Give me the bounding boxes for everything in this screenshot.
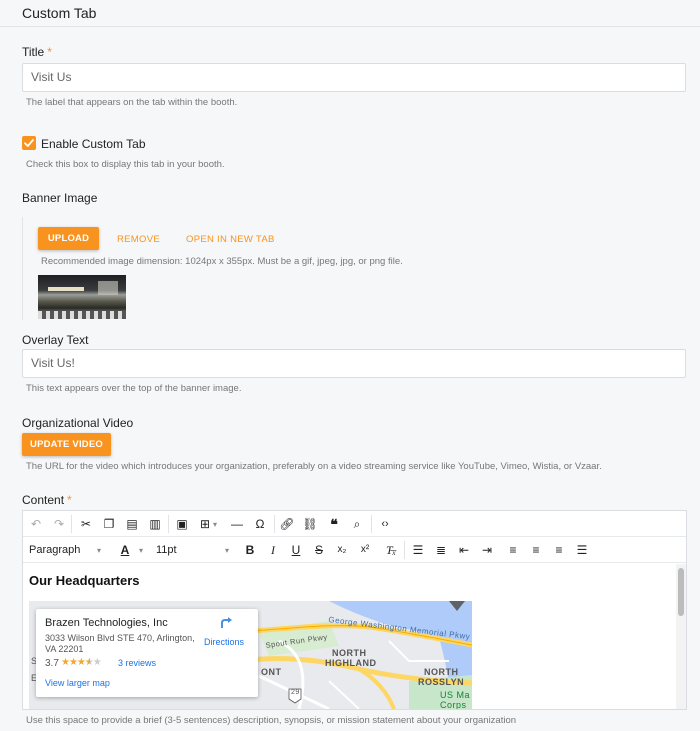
map-label-north-rosslyn: ROSSLYN (418, 677, 465, 687)
align-right-icon[interactable]: ≡ (551, 542, 567, 558)
numbered-list-icon[interactable]: ≣ (433, 542, 449, 558)
open-in-new-tab-button[interactable]: OPEN IN NEW TAB (186, 234, 275, 245)
thumbnail-detail (48, 287, 84, 291)
map-label-north-highland: HIGHLAND (325, 658, 377, 668)
align-justify-icon[interactable]: ☰ (574, 542, 590, 558)
upload-button[interactable]: UPLOAD (38, 227, 99, 250)
title-help: The label that appears on the tab within… (26, 97, 238, 108)
title-input[interactable]: Visit Us (22, 63, 686, 92)
toolbar-divider (274, 515, 275, 533)
update-video-button[interactable]: UPDATE VIDEO (22, 433, 111, 456)
chevron-down-icon[interactable]: ▾ (225, 543, 229, 559)
toolbar-divider (404, 541, 405, 559)
toolbar-divider (371, 515, 372, 533)
enable-custom-tab-label[interactable]: Enable Custom Tab (41, 137, 146, 151)
font-size-select[interactable]: 11pt (156, 542, 177, 558)
align-center-icon[interactable]: ≡ (528, 542, 544, 558)
strikethrough-icon[interactable]: S (311, 542, 327, 558)
editor-content[interactable]: Our Headquarters George Washington Memor (23, 564, 686, 709)
find-icon[interactable]: ⌕ (349, 516, 365, 532)
blockquote-icon[interactable]: ❝ (326, 516, 342, 532)
link-icon[interactable]: 🔗︎ (279, 516, 295, 532)
organizational-video-label: Organizational Video (22, 416, 134, 430)
image-icon[interactable]: ▣ (174, 516, 190, 532)
toolbar-divider (71, 515, 72, 533)
superscript-icon[interactable]: x² (357, 542, 373, 558)
paste-icon[interactable]: ▤ (124, 516, 140, 532)
place-address: 3033 Wilson Blvd STE 470, Arlington, VA … (45, 633, 195, 654)
chevron-down-icon[interactable]: ▾ (213, 517, 217, 533)
horizontal-rule-icon[interactable]: — (229, 516, 245, 532)
redo-icon[interactable]: ↷ (51, 516, 67, 532)
unlink-icon[interactable]: ⛓︎ (302, 516, 318, 532)
route-shield: 29 (291, 689, 300, 696)
code-icon[interactable]: ‹› (377, 516, 393, 532)
align-left-icon[interactable]: ≡ (505, 542, 521, 558)
banner-image-help: Recommended image dimension: 1024px x 35… (41, 256, 403, 267)
map-label-us-marine: Corps (440, 700, 467, 709)
block-format-select[interactable]: Paragraph (29, 542, 80, 558)
content-help: Use this space to provide a brief (3-5 s… (26, 715, 517, 726)
chevron-down-icon[interactable]: ▾ (97, 543, 101, 559)
view-larger-map-link[interactable]: View larger map (45, 678, 110, 688)
thumbnail-detail (38, 311, 126, 319)
enable-custom-tab-checkbox[interactable] (22, 136, 36, 150)
reviews-link[interactable]: 3 reviews (118, 658, 156, 668)
directions-link[interactable]: Directions (204, 637, 244, 647)
content-heading[interactable]: Our Headquarters (29, 573, 140, 588)
text-color-icon[interactable]: A (117, 542, 133, 558)
map-place-card: Brazen Technologies, Inc 3033 Wilson Blv… (36, 609, 258, 697)
table-icon[interactable]: ⊞ (197, 516, 213, 532)
thumbnail-detail (98, 281, 118, 295)
undo-icon[interactable]: ↶ (28, 516, 44, 532)
section-header: Custom Tab (0, 0, 700, 27)
special-char-icon[interactable]: Ω (252, 516, 268, 532)
place-rating: 3.7 (45, 658, 59, 669)
chevron-down-icon[interactable]: ▾ (139, 543, 143, 559)
star-rating-icon: ★★★★ ★ ★ (61, 657, 102, 668)
place-name: Brazen Technologies, Inc (45, 617, 168, 629)
map-label-us-marine: US Ma (440, 690, 471, 700)
overlay-text-input[interactable]: Visit Us! (22, 349, 686, 378)
map-label-north-rosslyn: NORTH (424, 667, 459, 677)
required-mark: * (67, 493, 72, 507)
organizational-video-help: The URL for the video which introduces y… (26, 461, 602, 472)
bold-icon[interactable]: B (242, 542, 258, 558)
remove-button[interactable]: REMOVE (117, 234, 160, 245)
title-label: Title * (22, 45, 52, 59)
rich-text-editor[interactable]: ↶ ↷ ✂ ❐ ▤ ▥ ▣ ⊞ ▾ — Ω 🔗︎ ⛓︎ ❝ ⌕ ‹› Parag… (22, 510, 687, 710)
map-label-north-highland: NORTH (332, 648, 367, 658)
editor-toolbar-row-2: Paragraph ▾ A ▾ 11pt ▾ B I U S x₂ x² T̶ₓ… (23, 537, 686, 563)
banner-image-label: Banner Image (22, 191, 98, 205)
map-label-fragment: ONT (261, 667, 282, 677)
editor-scrollbar[interactable] (676, 564, 686, 709)
cut-icon[interactable]: ✂ (78, 516, 94, 532)
editor-toolbar-row-1: ↶ ↷ ✂ ❐ ▤ ▥ ▣ ⊞ ▾ — Ω 🔗︎ ⛓︎ ❝ ⌕ ‹› (23, 511, 686, 537)
embedded-map[interactable]: George Washington Memorial Pkwy Spout Ru… (29, 601, 472, 709)
paste-text-icon[interactable]: ▥ (147, 516, 163, 532)
required-mark: * (47, 45, 52, 59)
toolbar-divider (168, 515, 169, 533)
copy-icon[interactable]: ❐ (101, 516, 117, 532)
subscript-icon[interactable]: x₂ (334, 542, 350, 558)
checkmark-icon (24, 139, 34, 147)
enable-custom-tab-help: Check this box to display this tab in yo… (26, 159, 225, 170)
bullet-list-icon[interactable]: ☰ (410, 542, 426, 558)
overlay-text-label: Overlay Text (22, 333, 89, 347)
outdent-icon[interactable]: ⇤ (456, 542, 472, 558)
directions-icon[interactable] (219, 615, 233, 629)
underline-icon[interactable]: U (288, 542, 304, 558)
scrollbar-thumb[interactable] (678, 568, 684, 616)
banner-thumbnail[interactable] (38, 275, 126, 319)
page-title: Custom Tab (22, 5, 97, 21)
italic-icon[interactable]: I (265, 542, 281, 558)
clear-format-icon[interactable]: T̶ₓ (383, 542, 399, 558)
content-label: Content * (22, 493, 72, 507)
overlay-text-help: This text appears over the top of the ba… (26, 383, 242, 394)
indent-icon[interactable]: ⇥ (479, 542, 495, 558)
